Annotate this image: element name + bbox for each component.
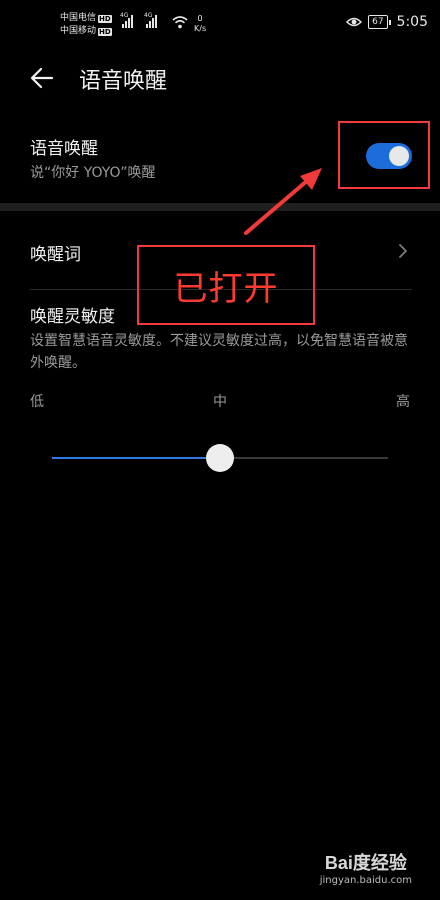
sensitivity-mid-label: 中: [213, 394, 227, 410]
slider-fill: [52, 457, 220, 459]
chevron-right-icon: [399, 244, 407, 258]
carrier-2: 中国移动: [60, 26, 97, 36]
network-speed: 0 K/s: [194, 14, 207, 33]
wake-word-label: 唤醒词: [30, 245, 81, 265]
status-bar: 中国电信 HD 中国移动 HD 4G 4G 0 K/s 67 5:05: [0, 0, 440, 46]
carrier-1: 中国电信: [60, 13, 97, 23]
annotation-text: 已打开: [173, 268, 279, 309]
sensitivity-title: 唤醒灵敏度: [30, 307, 115, 327]
wifi-icon: [172, 16, 188, 29]
annotation-label-box: 已打开: [137, 245, 315, 325]
hd-badge-1: HD: [98, 14, 112, 23]
voice-wakeup-subtitle: 说“你好 YOYO”唤醒: [30, 165, 156, 181]
eye-comfort-icon: [346, 17, 363, 27]
sensitivity-high-label: 高: [396, 394, 410, 410]
slider-thumb[interactable]: [206, 444, 234, 472]
carrier-info: 中国电信 HD 中国移动 HD: [60, 12, 112, 38]
page-title: 语音唤醒: [79, 69, 168, 94]
sensitivity-low-label: 低: [30, 394, 44, 410]
watermark-logo: Bai度经验: [324, 853, 407, 873]
annotation-toggle-highlight: [338, 121, 430, 189]
voice-wakeup-title: 语音唤醒: [30, 139, 98, 159]
section-divider: [0, 203, 440, 211]
baidu-watermark: Bai度经验 jingyan.baidu.com: [320, 849, 412, 886]
battery-level: 67: [368, 15, 388, 29]
watermark-url: jingyan.baidu.com: [319, 875, 412, 886]
signal-1-icon: 4G: [120, 12, 133, 28]
battery-icon: 67: [368, 15, 391, 29]
sensitivity-slider[interactable]: [52, 444, 388, 472]
clock: 5:05: [396, 14, 428, 30]
signal-2-icon: 4G: [144, 12, 157, 28]
sensitivity-description: 设置智慧语音灵敏度。不建议灵敏度过高，以免智慧语音被意外唤醒。: [30, 333, 408, 371]
hd-badge-2: HD: [98, 27, 112, 36]
back-arrow-icon[interactable]: [28, 64, 56, 92]
